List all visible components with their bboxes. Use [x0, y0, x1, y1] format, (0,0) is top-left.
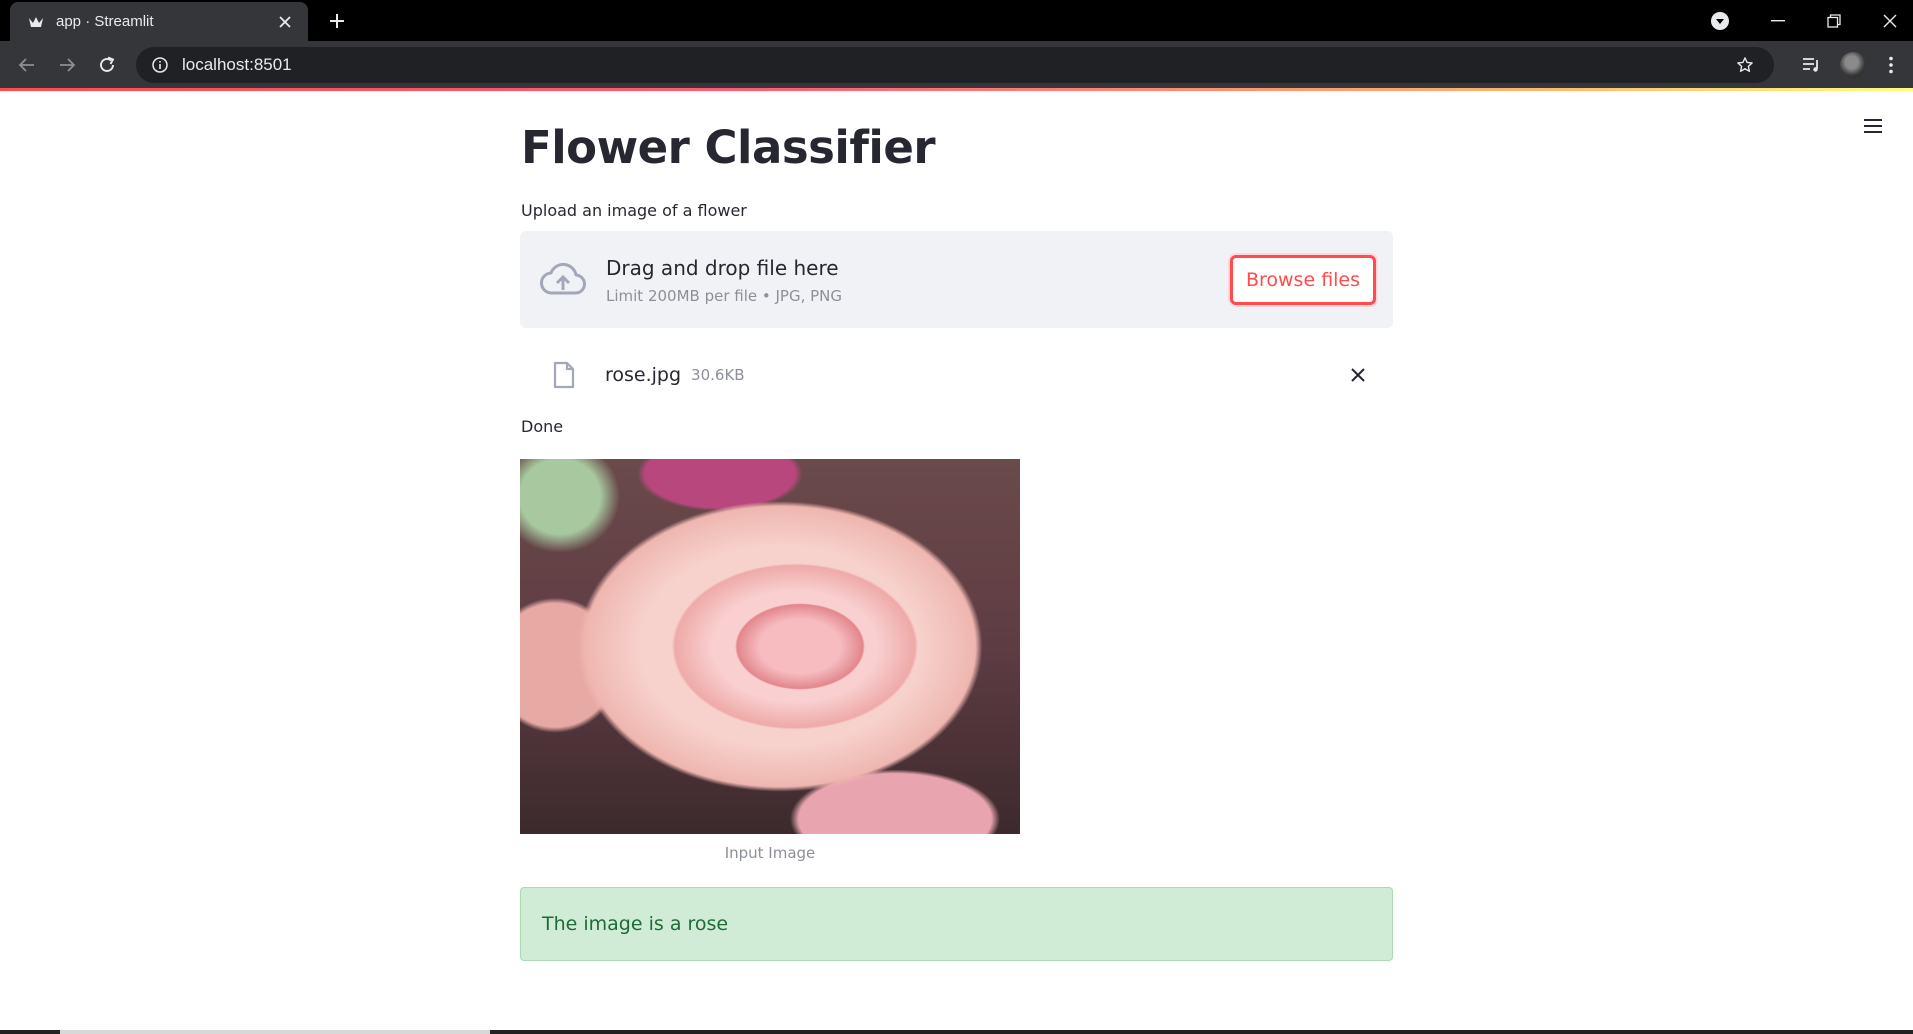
address-bar[interactable]: localhost:8501 — [136, 47, 1774, 83]
taskbar-segment — [60, 1030, 490, 1034]
browser-toolbar: localhost:8501 — [0, 41, 1913, 88]
site-info-icon[interactable] — [150, 55, 170, 75]
file-icon — [549, 358, 579, 392]
taskbar-edge — [0, 1030, 1913, 1034]
browser-tab-bar: app · Streamlit — [0, 0, 1913, 41]
browse-files-button[interactable]: Browse files — [1230, 254, 1376, 305]
streamlit-crown-icon — [28, 14, 44, 30]
dropzone-instruction: Drag and drop file here — [606, 255, 839, 280]
minimize-icon[interactable] — [1750, 0, 1806, 41]
tab-title: app · Streamlit — [56, 13, 154, 30]
close-tab-icon[interactable] — [272, 9, 298, 35]
streamlit-header-decoration — [0, 88, 1913, 91]
url-text: localhost:8501 — [182, 55, 292, 74]
bookmark-star-icon[interactable] — [1730, 50, 1760, 80]
browser-tab[interactable]: app · Streamlit — [10, 2, 308, 41]
forward-arrow-icon[interactable] — [52, 50, 82, 80]
restore-window-icon[interactable] — [1806, 0, 1862, 41]
success-alert: The image is a rose — [520, 887, 1393, 961]
uploaded-file-name: rose.jpg — [605, 364, 682, 386]
image-caption: Input Image — [724, 844, 816, 862]
profile-avatar[interactable] — [1838, 50, 1868, 80]
reload-icon[interactable] — [92, 50, 122, 80]
uploaded-file-row: rose.jpg 30.6KB — [520, 346, 1393, 404]
prediction-text: The image is a rose — [542, 913, 729, 935]
more-menu-icon[interactable] — [1876, 50, 1906, 80]
chrome-extension-icon[interactable] — [1706, 7, 1734, 35]
uploaded-file-size: 30.6KB — [691, 366, 745, 384]
media-queue-icon[interactable] — [1797, 50, 1827, 80]
input-image — [520, 459, 1020, 834]
dropzone-limit: Limit 200MB per file • JPG, PNG — [606, 286, 843, 305]
close-window-icon[interactable] — [1862, 0, 1913, 41]
dropzone-text: Drag and drop file here Limit 200MB per … — [606, 255, 1230, 305]
status-text: Done — [521, 417, 564, 436]
back-arrow-icon[interactable] — [12, 50, 42, 80]
uploader-label: Upload an image of a flower — [521, 201, 747, 220]
cloud-upload-icon — [538, 260, 588, 300]
close-icon[interactable] — [1343, 360, 1373, 390]
file-dropzone[interactable]: Drag and drop file here Limit 200MB per … — [520, 231, 1393, 328]
hamburger-menu-icon[interactable] — [1860, 113, 1886, 139]
page-title: Flower Classifier — [521, 121, 936, 174]
new-tab-icon[interactable] — [322, 8, 352, 34]
avatar — [1840, 52, 1866, 78]
